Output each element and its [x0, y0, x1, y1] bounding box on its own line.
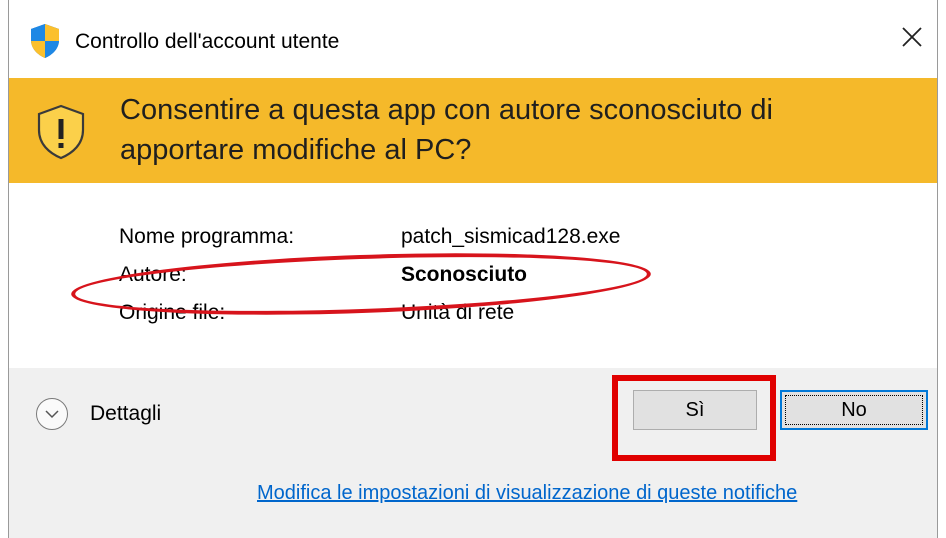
close-button[interactable] — [887, 14, 937, 64]
publisher-highlight-ellipse — [70, 244, 652, 324]
notification-settings-link[interactable]: Modifica le impostazioni di visualizzazi… — [257, 482, 797, 505]
title-bar: Controllo dell'account utente — [9, 0, 937, 78]
warning-shield-icon — [35, 104, 87, 160]
program-name-value: patch_sismicad128.exe — [401, 225, 621, 248]
window-title: Controllo dell'account utente — [75, 30, 340, 53]
program-info: Nome programma: patch_sismicad128.exe Au… — [9, 183, 937, 368]
dialog-footer: Dettagli Sì No Modifica le impostazioni … — [9, 368, 937, 538]
show-details-toggle[interactable]: Dettagli — [36, 394, 161, 434]
focus-rectangle — [785, 395, 923, 425]
uac-shield-icon — [29, 23, 61, 59]
yes-button-highlight-box — [612, 375, 776, 461]
close-icon — [901, 26, 923, 52]
info-label: Nome programma: — [119, 225, 295, 248]
uac-dialog: Controllo dell'account utente Consentire… — [8, 0, 938, 538]
details-label: Dettagli — [90, 402, 162, 425]
consent-question: Consentire a questa app con autore scono… — [120, 94, 773, 166]
chevron-down-icon — [36, 398, 68, 430]
warning-banner: Consentire a questa app con autore scono… — [9, 78, 937, 183]
no-button[interactable]: No — [780, 390, 928, 430]
